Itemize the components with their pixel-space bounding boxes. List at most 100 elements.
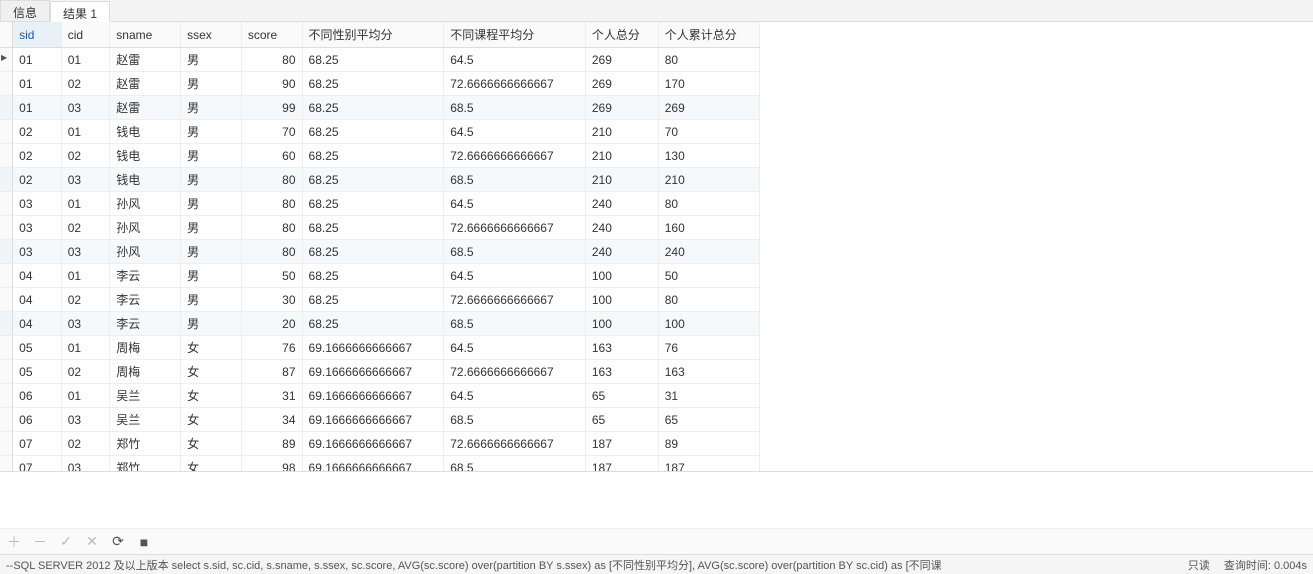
col-header-person-cumulative[interactable]: 个人累计总分 <box>658 22 759 48</box>
tab-info[interactable]: 信息 <box>0 0 50 21</box>
cell-sname[interactable]: 李云 <box>110 288 181 312</box>
cell-sname[interactable]: 赵雷 <box>110 48 181 72</box>
table-row[interactable]: 0103赵雷男9968.2568.5269269 <box>0 96 760 120</box>
cell-cid[interactable]: 01 <box>61 336 110 360</box>
cell-a2[interactable]: 64.5 <box>444 192 586 216</box>
cell-a2[interactable]: 68.5 <box>444 240 586 264</box>
cell-sid[interactable]: 03 <box>13 216 62 240</box>
commit-icon[interactable]: ✓ <box>58 533 74 550</box>
cell-cid[interactable]: 03 <box>61 408 110 432</box>
cell-ssex[interactable]: 男 <box>181 96 242 120</box>
cell-a2[interactable]: 68.5 <box>444 96 586 120</box>
cell-sid[interactable]: 02 <box>13 120 62 144</box>
table-row[interactable]: 0603吴兰女3469.166666666666768.56565 <box>0 408 760 432</box>
cell-score[interactable]: 20 <box>241 312 302 336</box>
cancel-icon[interactable]: ✕ <box>84 533 100 550</box>
cell-sid[interactable]: 05 <box>13 336 62 360</box>
cell-ssex[interactable]: 男 <box>181 216 242 240</box>
row-gutter[interactable] <box>0 192 13 216</box>
col-header-person-total[interactable]: 个人总分 <box>585 22 658 48</box>
row-gutter[interactable] <box>0 408 13 432</box>
cell-a4[interactable]: 80 <box>658 48 759 72</box>
cell-a1[interactable]: 69.1666666666667 <box>302 432 444 456</box>
cell-a1[interactable]: 68.25 <box>302 216 444 240</box>
cell-ssex[interactable]: 男 <box>181 144 242 168</box>
tab-results-1[interactable]: 结果 1 <box>50 1 110 22</box>
remove-row-icon[interactable]: － <box>32 532 48 552</box>
table-row[interactable]: 0502周梅女8769.166666666666772.666666666666… <box>0 360 760 384</box>
cell-a3[interactable]: 240 <box>585 192 658 216</box>
cell-cid[interactable]: 02 <box>61 72 110 96</box>
cell-a4[interactable]: 210 <box>658 168 759 192</box>
cell-sid[interactable]: 04 <box>13 264 62 288</box>
cell-cid[interactable]: 02 <box>61 360 110 384</box>
cell-score[interactable]: 98 <box>241 456 302 473</box>
cell-a4[interactable]: 76 <box>658 336 759 360</box>
cell-a3[interactable]: 240 <box>585 240 658 264</box>
cell-score[interactable]: 60 <box>241 144 302 168</box>
cell-a2[interactable]: 68.5 <box>444 312 586 336</box>
cell-a4[interactable]: 70 <box>658 120 759 144</box>
cell-sid[interactable]: 06 <box>13 408 62 432</box>
table-row[interactable]: 0601吴兰女3169.166666666666764.56531 <box>0 384 760 408</box>
cell-sname[interactable]: 李云 <box>110 312 181 336</box>
cell-sid[interactable]: 07 <box>13 456 62 473</box>
cell-a1[interactable]: 68.25 <box>302 168 444 192</box>
cell-score[interactable]: 80 <box>241 240 302 264</box>
col-header-ssex[interactable]: ssex <box>181 22 242 48</box>
results-grid[interactable]: sid cid sname ssex score 不同性别平均分 不同课程平均分… <box>0 22 1313 472</box>
cell-cid[interactable]: 02 <box>61 216 110 240</box>
cell-a3[interactable]: 269 <box>585 96 658 120</box>
cell-a3[interactable]: 210 <box>585 120 658 144</box>
table-row[interactable]: 0102赵雷男9068.2572.6666666666667269170 <box>0 72 760 96</box>
cell-sname[interactable]: 孙风 <box>110 216 181 240</box>
cell-score[interactable]: 99 <box>241 96 302 120</box>
cell-a4[interactable]: 240 <box>658 240 759 264</box>
cell-sid[interactable]: 01 <box>13 72 62 96</box>
cell-score[interactable]: 80 <box>241 192 302 216</box>
row-gutter[interactable] <box>0 384 13 408</box>
row-gutter[interactable] <box>0 432 13 456</box>
cell-cid[interactable]: 02 <box>61 288 110 312</box>
cell-a4[interactable]: 100 <box>658 312 759 336</box>
cell-ssex[interactable]: 男 <box>181 312 242 336</box>
table-row[interactable]: 0202钱电男6068.2572.6666666666667210130 <box>0 144 760 168</box>
cell-ssex[interactable]: 女 <box>181 456 242 473</box>
table-row[interactable]: 0403李云男2068.2568.5100100 <box>0 312 760 336</box>
cell-sname[interactable]: 钱电 <box>110 120 181 144</box>
cell-a2[interactable]: 68.5 <box>444 456 586 473</box>
cell-sid[interactable]: 04 <box>13 288 62 312</box>
cell-a1[interactable]: 68.25 <box>302 72 444 96</box>
cell-sname[interactable]: 孙风 <box>110 240 181 264</box>
cell-a1[interactable]: 68.25 <box>302 312 444 336</box>
cell-a1[interactable]: 69.1666666666667 <box>302 384 444 408</box>
cell-cid[interactable]: 03 <box>61 312 110 336</box>
table-row[interactable]: 0101赵雷男8068.2564.526980 <box>0 48 760 72</box>
row-gutter[interactable] <box>0 168 13 192</box>
stop-icon[interactable]: ■ <box>136 534 152 550</box>
cell-sname[interactable]: 赵雷 <box>110 96 181 120</box>
cell-score[interactable]: 31 <box>241 384 302 408</box>
row-gutter[interactable] <box>0 456 13 473</box>
cell-a3[interactable]: 65 <box>585 408 658 432</box>
cell-cid[interactable]: 01 <box>61 264 110 288</box>
cell-score[interactable]: 80 <box>241 168 302 192</box>
cell-a3[interactable]: 65 <box>585 384 658 408</box>
cell-a4[interactable]: 89 <box>658 432 759 456</box>
cell-sid[interactable]: 03 <box>13 192 62 216</box>
row-gutter[interactable] <box>0 240 13 264</box>
cell-score[interactable]: 80 <box>241 48 302 72</box>
cell-sid[interactable]: 04 <box>13 312 62 336</box>
row-gutter[interactable] <box>0 288 13 312</box>
cell-cid[interactable]: 02 <box>61 432 110 456</box>
cell-a4[interactable]: 130 <box>658 144 759 168</box>
cell-ssex[interactable]: 男 <box>181 264 242 288</box>
cell-cid[interactable]: 03 <box>61 456 110 473</box>
cell-a3[interactable]: 210 <box>585 144 658 168</box>
cell-a2[interactable]: 64.5 <box>444 48 586 72</box>
cell-a1[interactable]: 68.25 <box>302 240 444 264</box>
cell-cid[interactable]: 03 <box>61 96 110 120</box>
cell-a1[interactable]: 68.25 <box>302 192 444 216</box>
cell-a4[interactable]: 50 <box>658 264 759 288</box>
cell-a3[interactable]: 269 <box>585 72 658 96</box>
